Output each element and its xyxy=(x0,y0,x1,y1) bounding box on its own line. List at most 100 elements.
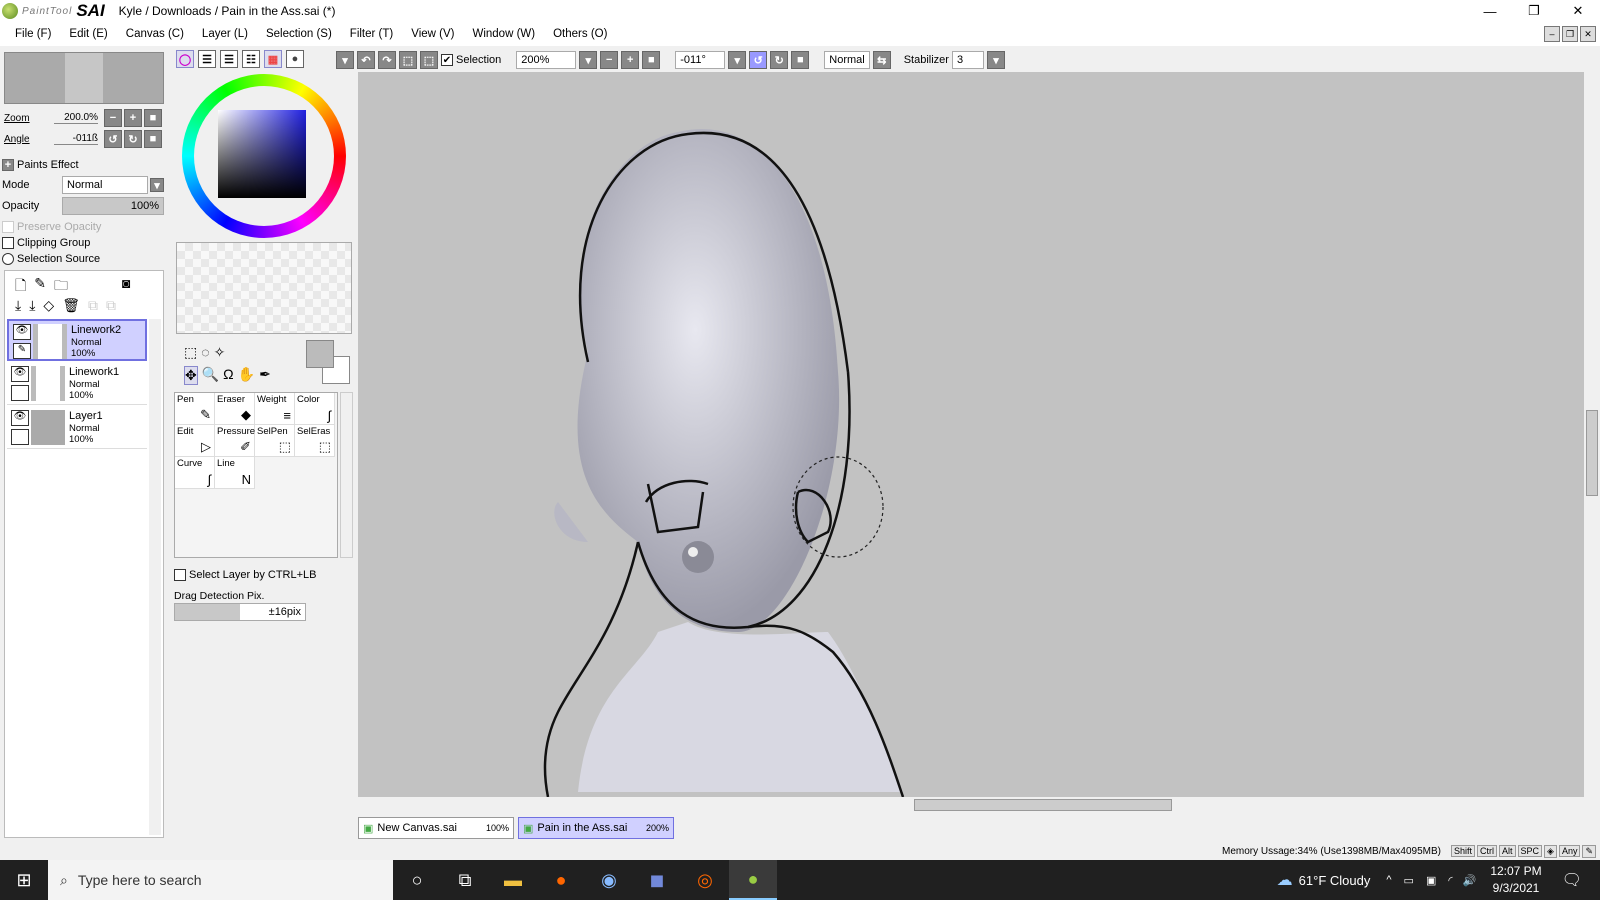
preserve-opacity-checkbox[interactable] xyxy=(2,221,14,233)
zoom-in-icon[interactable]: + xyxy=(621,51,640,69)
primary-color-swatch[interactable] xyxy=(306,340,334,368)
zoom-dropdown-icon[interactable]: ▾ xyxy=(579,51,598,69)
minimize-button[interactable]: — xyxy=(1468,0,1512,22)
tool-seleras[interactable]: SelEras ⬚ xyxy=(295,425,335,457)
rgb-slider-icon[interactable]: ☰ xyxy=(198,50,216,68)
show-hidden-icons-icon[interactable]: ^ xyxy=(1386,874,1391,886)
vertical-scroll-thumb[interactable] xyxy=(1586,410,1598,496)
layer-item-layer1[interactable]: 👁 Layer1 Normal 100% xyxy=(7,407,147,449)
toolbar-dropdown-icon[interactable]: ▾ xyxy=(336,51,354,69)
rotate-tool-icon[interactable]: Ω xyxy=(223,366,233,385)
task-view-icon[interactable]: ⧉ xyxy=(441,860,489,900)
clock[interactable]: 12:07 PM 9/3/2021 xyxy=(1490,863,1541,897)
vertical-scrollbar[interactable] xyxy=(1584,72,1600,797)
clear-layer-icon[interactable]: ◇ xyxy=(43,297,54,314)
drag-detection-slider[interactable]: ±16pix xyxy=(174,603,306,621)
tool-scrollbar[interactable] xyxy=(340,392,353,558)
navigator-preview[interactable] xyxy=(4,52,164,104)
zoom-out-icon[interactable]: − xyxy=(600,51,619,69)
visibility-eye-icon[interactable]: 👁 xyxy=(13,324,31,340)
tab-new-canvas[interactable]: ▣ New Canvas.sai 100% xyxy=(358,817,514,839)
notifications-icon[interactable]: 🗨 xyxy=(1562,870,1582,890)
blend-mode-field[interactable]: Normal xyxy=(824,51,870,69)
eyedropper-icon[interactable]: ✒ xyxy=(259,366,271,385)
layer-item-linework2[interactable]: 👁 ✎ Linework2 Normal 100% xyxy=(7,319,147,361)
lock-checkbox[interactable] xyxy=(11,429,29,445)
color-list-icon[interactable]: ☷ xyxy=(242,50,260,68)
menu-selection[interactable]: Selection (S) xyxy=(257,28,341,40)
nav-zoom-reset-icon[interactable]: ■ xyxy=(144,109,162,127)
deselect-icon[interactable]: ⬚ xyxy=(399,51,417,69)
tool-pen[interactable]: Pen ✎ xyxy=(175,393,215,425)
magic-wand-icon[interactable]: ✧ xyxy=(214,344,226,361)
nav-rotate-ccw-icon[interactable]: ↺ xyxy=(104,130,122,148)
menu-edit[interactable]: Edit (E) xyxy=(60,28,116,40)
rotate-ccw-icon[interactable]: ↺ xyxy=(749,51,768,69)
visibility-eye-icon[interactable]: 👁 xyxy=(11,366,29,382)
lasso-icon[interactable]: ◌ xyxy=(201,344,209,361)
menu-layer[interactable]: Layer (L) xyxy=(193,28,257,40)
scratchpad[interactable] xyxy=(176,242,352,334)
screen-record-icon[interactable]: ▣ xyxy=(1426,874,1436,887)
cortana-icon[interactable]: ○ xyxy=(393,860,441,900)
nav-rotate-cw-icon[interactable]: ↻ xyxy=(124,130,142,148)
zoom-slider[interactable]: Zoom 200.0% − + ■ xyxy=(4,108,164,128)
tool-line[interactable]: Line N xyxy=(215,457,255,489)
maximize-button[interactable]: ❐ xyxy=(1512,0,1556,22)
lock-checkbox[interactable] xyxy=(11,385,29,401)
menu-filter[interactable]: Filter (T) xyxy=(341,28,402,40)
visibility-eye-icon[interactable]: 👁 xyxy=(11,410,29,426)
new-folder-icon[interactable]: 🗀 xyxy=(54,275,68,299)
tool-edit[interactable]: Edit ▷ xyxy=(175,425,215,457)
origin-icon[interactable]: ◎ xyxy=(681,860,729,900)
mdi-restore-button[interactable]: ❐ xyxy=(1562,26,1578,42)
new-layer-icon[interactable]: 🗋 xyxy=(15,275,26,299)
opacity-slider[interactable]: 100% xyxy=(62,197,164,215)
mdi-close-button[interactable]: ✕ xyxy=(1580,26,1596,42)
tool-eraser[interactable]: Eraser ◆ xyxy=(215,393,255,425)
angle-field[interactable]: -011° xyxy=(675,51,726,69)
menu-window[interactable]: Window (W) xyxy=(463,28,544,40)
invert-selection-icon[interactable]: ⬚ xyxy=(420,51,438,69)
delete-layer-icon[interactable]: 🗑 xyxy=(62,297,80,314)
color-wheel[interactable] xyxy=(182,74,346,238)
menu-file[interactable]: File (F) xyxy=(6,28,60,40)
steam-icon[interactable]: ◉ xyxy=(585,860,633,900)
flip-icon[interactable]: ⇆ xyxy=(872,51,891,69)
close-button[interactable]: ✕ xyxy=(1556,0,1600,22)
wifi-icon[interactable]: ◜ xyxy=(1448,874,1452,887)
mode-dropdown-icon[interactable]: ▾ xyxy=(150,178,164,192)
redo-icon[interactable]: ↷ xyxy=(378,51,396,69)
pen-lock-icon[interactable]: ✎ xyxy=(13,343,31,359)
selection-checkbox[interactable]: ✔ xyxy=(441,54,453,66)
tool-color[interactable]: Color ∫ xyxy=(295,393,335,425)
angle-dropdown-icon[interactable]: ▾ xyxy=(728,51,747,69)
meet-now-icon[interactable]: ▭ xyxy=(1404,874,1414,887)
nav-rotate-reset-icon[interactable]: ■ xyxy=(144,130,162,148)
tool-curve[interactable]: Curve ∫ xyxy=(175,457,215,489)
saturation-value-square[interactable] xyxy=(218,110,306,198)
clipping-group-checkbox[interactable] xyxy=(2,237,14,249)
rect-select-icon[interactable]: ⬚ xyxy=(184,344,197,361)
menu-others[interactable]: Others (O) xyxy=(544,28,616,40)
zoom-reset-icon[interactable]: ■ xyxy=(642,51,661,69)
new-mask-icon[interactable]: ◙ xyxy=(122,275,130,299)
merge-down-icon[interactable]: ⤓ xyxy=(29,297,35,314)
zoom-tool-icon[interactable]: 🔍 xyxy=(202,366,219,385)
stabilizer-field[interactable]: 3 xyxy=(951,51,984,69)
zoom-field[interactable]: 200% xyxy=(516,51,577,69)
discord-icon[interactable]: ◼ xyxy=(633,860,681,900)
volume-icon[interactable]: 🔊 xyxy=(1463,874,1477,887)
windows-start-icon[interactable]: ⊞ xyxy=(0,860,48,900)
menu-view[interactable]: View (V) xyxy=(402,28,463,40)
nav-zoom-in-icon[interactable]: + xyxy=(124,109,142,127)
scratchpad-icon[interactable]: ● xyxy=(286,50,304,68)
weather[interactable]: 61°F Cloudy xyxy=(1299,873,1371,888)
menu-canvas[interactable]: Canvas (C) xyxy=(117,28,193,40)
rotate-cw-icon[interactable]: ↻ xyxy=(770,51,789,69)
file-explorer-icon[interactable]: ▬ xyxy=(489,860,537,900)
selection-source-radio[interactable] xyxy=(2,253,14,265)
tab-pain-in-the-ass[interactable]: ▣ Pain in the Ass.sai 200% xyxy=(518,817,674,839)
firefox-icon[interactable]: ● xyxy=(537,860,585,900)
horizontal-scrollbar[interactable] xyxy=(358,797,1584,813)
